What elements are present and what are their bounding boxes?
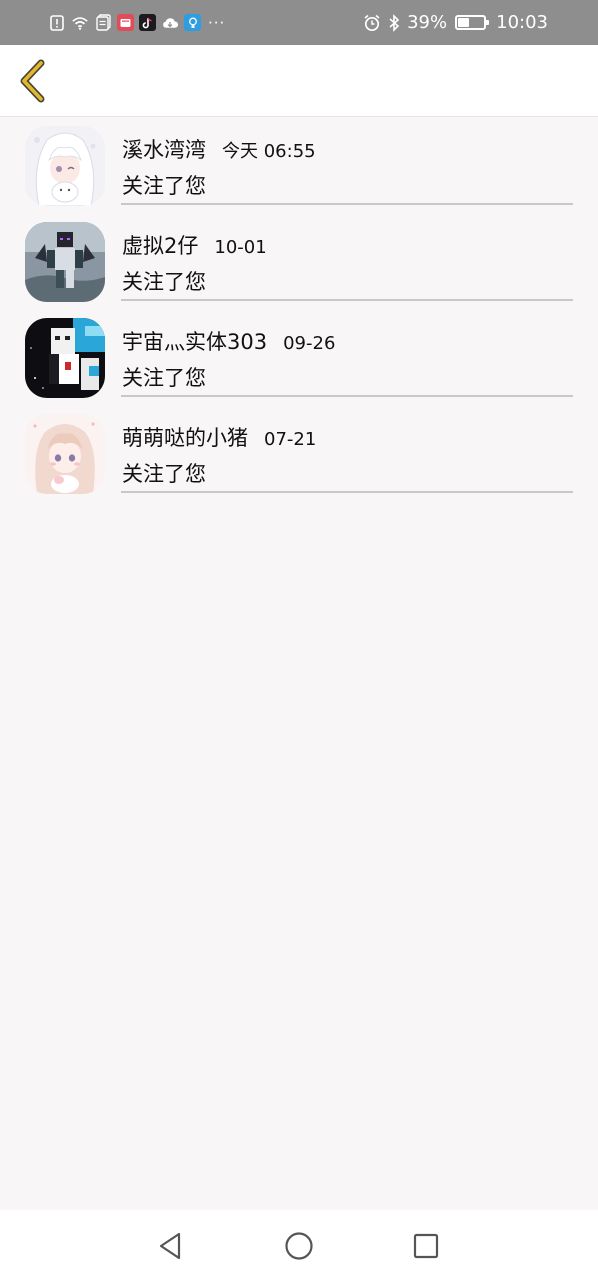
notification-text: 关注了您	[122, 366, 206, 390]
list-item[interactable]: 萌萌哒的小猪 07-21 关注了您	[0, 406, 598, 502]
list-item[interactable]: 宇宙灬实体303 09-26 关注了您	[0, 310, 598, 406]
nav-recents-button[interactable]	[408, 1228, 444, 1264]
timestamp: 07-21	[264, 429, 317, 450]
timestamp: 10-01	[214, 237, 267, 258]
avatar[interactable]	[25, 318, 105, 398]
system-navigation-bar	[0, 1210, 598, 1280]
timestamp: 今天 06:55	[222, 141, 316, 162]
list-item[interactable]: 溪水湾湾 今天 06:55 关注了您	[0, 118, 598, 214]
square-recents-icon	[413, 1233, 439, 1259]
cloud-icon	[161, 14, 179, 32]
list-item[interactable]: 虚拟2仔 10-01 关注了您	[0, 214, 598, 310]
bulb-app-icon	[184, 14, 201, 31]
status-bar: ··· 39% 10:03	[0, 0, 598, 45]
nav-home-button[interactable]	[281, 1228, 317, 1264]
battery-level	[458, 18, 469, 27]
battery-percent: 39%	[407, 12, 448, 33]
avatar[interactable]	[25, 414, 105, 494]
chevron-left-icon	[20, 59, 45, 103]
user-name[interactable]: 萌萌哒的小猪	[122, 422, 248, 452]
battery-icon	[455, 15, 490, 30]
bluetooth-icon	[385, 13, 403, 32]
timestamp: 09-26	[283, 333, 336, 354]
red-app-icon	[117, 14, 134, 31]
nav-back-button[interactable]	[152, 1228, 188, 1264]
tiktok-icon	[139, 14, 156, 31]
list-item-body: 虚拟2仔 10-01 关注了您	[121, 214, 573, 301]
follower-notification-list: 溪水湾湾 今天 06:55 关注了您 虚拟2仔 10-01 关注了您 宇宙灬实体…	[0, 118, 598, 502]
triangle-back-icon	[159, 1232, 181, 1260]
notification-text: 关注了您	[122, 462, 206, 486]
back-button[interactable]	[12, 57, 52, 105]
list-item-body: 溪水湾湾 今天 06:55 关注了您	[121, 118, 573, 205]
list-item-body: 萌萌哒的小猪 07-21 关注了您	[121, 406, 573, 493]
user-name[interactable]: 宇宙灬实体303	[122, 326, 267, 356]
list-item-body: 宇宙灬实体303 09-26 关注了您	[121, 310, 573, 397]
alert-icon	[48, 14, 66, 32]
wifi-icon	[71, 14, 89, 32]
top-app-bar	[0, 45, 598, 117]
status-overflow-dots: ···	[208, 13, 226, 32]
avatar[interactable]	[25, 126, 105, 206]
status-icons-right: 39% 10:03	[363, 11, 548, 34]
alarm-icon	[363, 14, 381, 32]
notification-text: 关注了您	[122, 270, 206, 294]
circle-home-icon	[285, 1232, 313, 1260]
user-name[interactable]: 虚拟2仔	[122, 230, 198, 260]
notification-text: 关注了您	[122, 174, 206, 198]
avatar[interactable]	[25, 222, 105, 302]
status-time: 10:03	[496, 12, 548, 33]
document-icon	[94, 14, 112, 32]
user-name[interactable]: 溪水湾湾	[122, 134, 206, 164]
status-icons-left: ···	[48, 12, 225, 33]
